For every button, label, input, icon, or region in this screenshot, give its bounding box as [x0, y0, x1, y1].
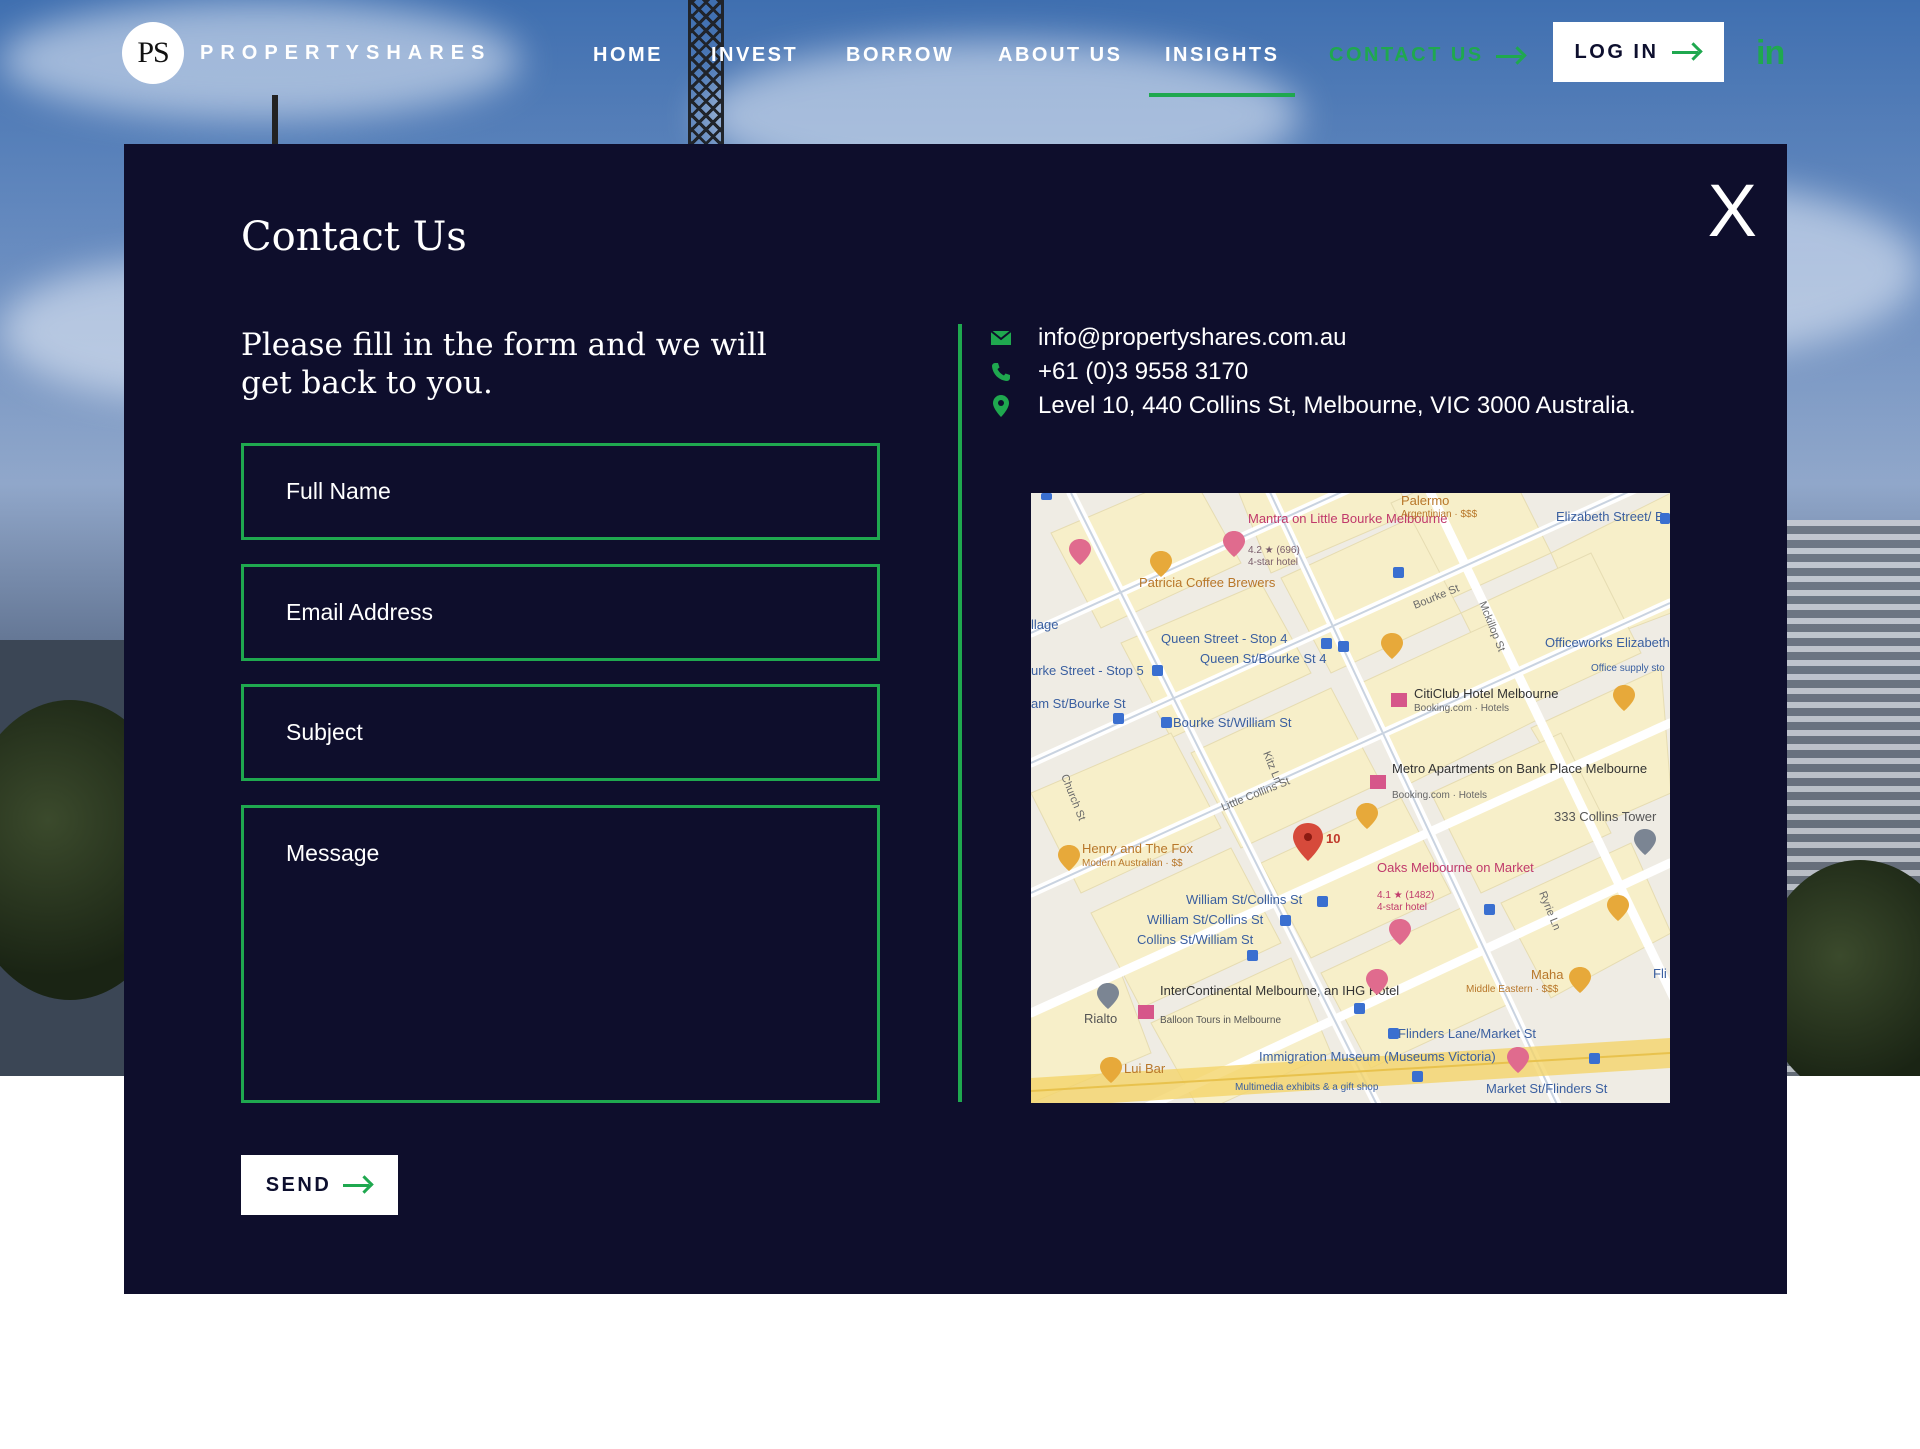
map-label: Market St/Flinders St — [1486, 1081, 1608, 1096]
map-label: Rialto — [1084, 1011, 1117, 1026]
map-label: Lui Bar — [1124, 1061, 1166, 1076]
nav-home[interactable]: HOME — [593, 44, 663, 67]
map-label: Balloon Tours in Melbourne — [1160, 1015, 1281, 1026]
login-button[interactable]: LOG IN — [1553, 22, 1724, 82]
nav-borrow[interactable]: BORROW — [846, 44, 954, 67]
email-icon — [990, 327, 1012, 349]
map-label: 4-star hotel — [1377, 902, 1427, 913]
map-label: urke Street - Stop 5 — [1031, 663, 1144, 678]
vertical-divider — [958, 324, 962, 1102]
nav-contact-us[interactable]: CONTACT US — [1329, 44, 1526, 67]
contact-email: info@propertyshares.com.au — [991, 324, 1347, 352]
send-label: SEND — [265, 1173, 332, 1196]
nav-invest[interactable]: INVEST — [711, 44, 798, 67]
map-label: 333 Collins Tower — [1554, 809, 1657, 824]
map-label: Queen St/Bourke St 4 — [1200, 651, 1326, 666]
contact-modal: X Contact Us Please fill in the form and… — [124, 144, 1787, 1294]
send-button[interactable]: SEND — [241, 1155, 398, 1215]
map-label: InterContinental Melbourne, an IHG Hotel — [1160, 983, 1399, 998]
map-label: Bourke St/William St — [1173, 715, 1292, 730]
linkedin-icon[interactable]: in — [1756, 34, 1785, 73]
map-label: Flinders Lane/Market St — [1398, 1026, 1536, 1041]
map-label: Collins St/William St — [1137, 932, 1254, 947]
arrow-right-icon — [1495, 49, 1526, 63]
full-name-input[interactable] — [241, 443, 880, 540]
modal-title: Contact Us — [241, 214, 467, 260]
nav-contact-label: CONTACT US — [1329, 44, 1484, 66]
arrow-right-icon — [343, 1178, 373, 1192]
map-label: Palermo — [1401, 493, 1449, 508]
nav-about-us[interactable]: ABOUT US — [998, 44, 1122, 67]
modal-intro: Please fill in the form and we will get … — [241, 327, 767, 401]
map-label: Officeworks Elizabeth St, Melbourne — [1545, 635, 1670, 650]
map-label: Oaks Melbourne on Market — [1377, 860, 1534, 875]
arrow-right-icon — [1672, 45, 1702, 59]
map-label: CitiClub Hotel Melbourne — [1414, 686, 1559, 701]
map-label: William St/Collins St — [1186, 892, 1303, 907]
hotel-icon — [1391, 693, 1407, 707]
hotel-icon — [1370, 775, 1386, 789]
map-label: Middle Eastern · $$$ — [1466, 984, 1559, 995]
map-label: Office supply sto — [1591, 663, 1665, 674]
hotel-icon — [1138, 1005, 1154, 1019]
map-label: Queen Street - Stop 4 — [1161, 631, 1287, 646]
site-header: PS PROPERTYSHARES HOME INVEST BORROW ABO… — [0, 0, 1920, 110]
logo-mark: PS — [122, 22, 184, 84]
email-field[interactable] — [241, 564, 880, 661]
map-label: Booking.com · Hotels — [1414, 703, 1509, 714]
message-textarea[interactable] — [241, 805, 880, 1103]
nav-insights[interactable]: INSIGHTS — [1148, 44, 1296, 97]
map-label: Argentinian · $$$ — [1401, 509, 1478, 520]
map-label: Metro Apartments on Bank Place Melbourne — [1392, 761, 1647, 776]
map-label: llage — [1031, 617, 1058, 632]
map-label: Multimedia exhibits & a gift shop — [1235, 1082, 1379, 1093]
map-label: Fli — [1653, 966, 1667, 981]
subject-input[interactable] — [241, 684, 880, 781]
address-text: Level 10, 440 Collins St, Melbourne, VIC… — [1038, 392, 1636, 419]
map-pin-label: 10 — [1326, 831, 1340, 846]
logo[interactable]: PS PROPERTYSHARES — [122, 22, 491, 84]
logo-text: PROPERTYSHARES — [200, 41, 492, 64]
contact-phone: +61 (0)3 9558 3170 — [992, 358, 1248, 386]
map-label: am St/Bourke St — [1031, 696, 1126, 711]
map-label: William St/Collins St — [1147, 912, 1264, 927]
phone-link[interactable]: +61 (0)3 9558 3170 — [1038, 358, 1248, 386]
map-label: Patricia Coffee Brewers — [1139, 575, 1276, 590]
login-label: LOG IN — [1574, 40, 1659, 63]
map-label: 4-star hotel — [1248, 557, 1298, 568]
location-pin-icon — [990, 395, 1012, 417]
map-label: 4.2 ★ (696) — [1248, 545, 1300, 556]
map-label: Maha — [1531, 967, 1564, 982]
map-label: 4.1 ★ (1482) — [1377, 890, 1434, 901]
close-icon[interactable]: X — [1708, 174, 1757, 248]
contact-address: Level 10, 440 Collins St, Melbourne, VIC… — [993, 392, 1636, 420]
map-label: Elizabeth Street/ Bourke Street — [1556, 509, 1670, 524]
map-canvas: Mantra on Little Bourke Melbourne 4.2 ★ … — [1031, 493, 1670, 1103]
phone-icon — [990, 361, 1012, 383]
map-label: Immigration Museum (Museums Victoria) — [1259, 1049, 1496, 1064]
map-label: Booking.com · Hotels — [1392, 790, 1487, 801]
location-map[interactable]: Mantra on Little Bourke Melbourne 4.2 ★ … — [1031, 493, 1670, 1103]
map-label: Henry and The Fox — [1082, 841, 1194, 856]
email-link[interactable]: info@propertyshares.com.au — [1038, 324, 1347, 352]
map-label: Modern Australian · $$ — [1082, 858, 1183, 869]
